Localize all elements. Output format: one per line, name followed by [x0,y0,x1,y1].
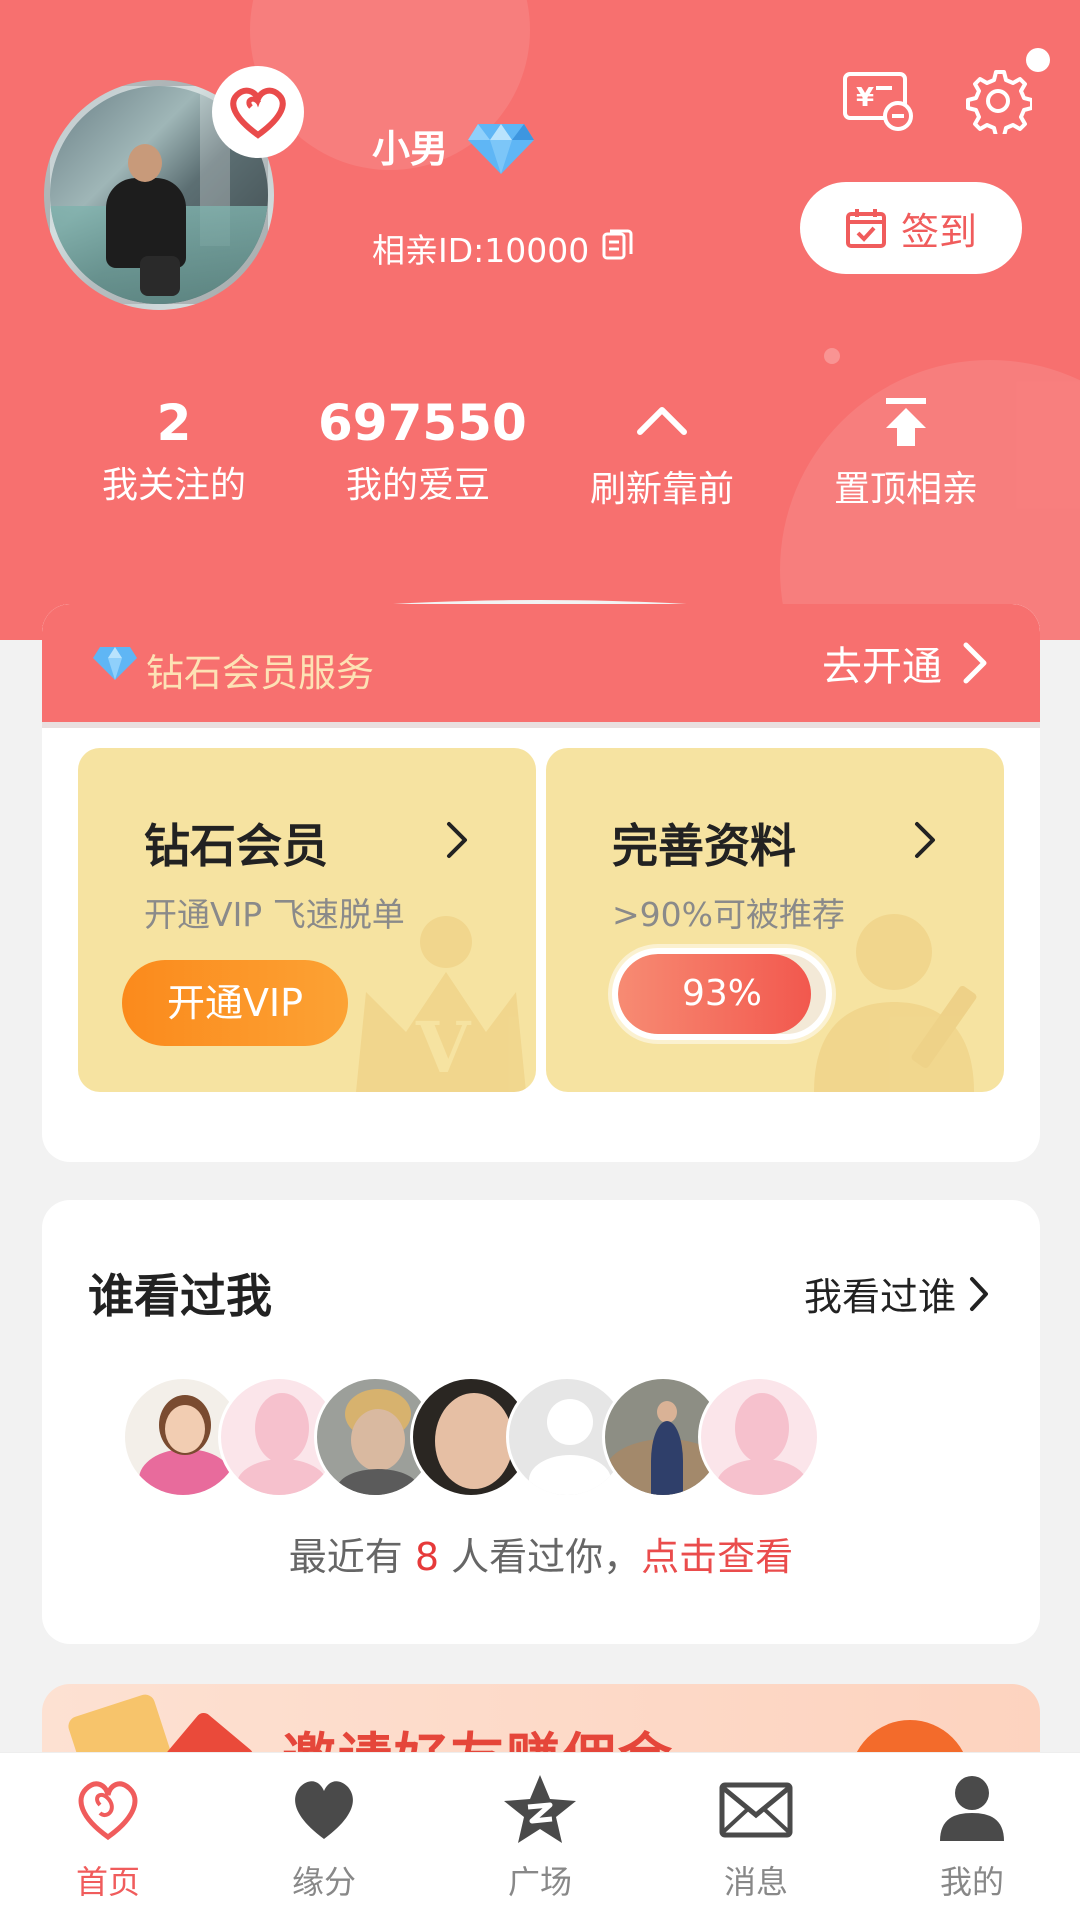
stat-label: 刷新靠前 [589,469,734,510]
app-logo-badge [212,66,304,158]
stat-refresh[interactable]: 刷新靠前 [562,390,762,512]
envelope-icon [719,1782,793,1838]
chevron-up-icon [637,407,687,435]
section-title: 谁看过我 [88,1269,272,1323]
copy-icon[interactable] [600,228,634,262]
tab-label: 广场 [507,1863,572,1901]
vip-service-card: 钻石会员服务 去开通 V 钻石会员 开通VIP 飞速脱单 开通VIP 完善资料 [42,604,1040,1162]
chevron-right-icon [970,1276,988,1311]
diamond-member-card[interactable]: V 钻石会员 开通VIP 飞速脱单 开通VIP [78,748,536,1092]
diamond-icon [93,647,137,680]
chevron-right-icon [447,822,467,858]
user-id: 相亲ID:10000 [372,231,590,270]
promo-title: 钻石会员 [144,819,328,873]
pin-top-icon [886,398,926,446]
promo-title: 完善资料 [612,819,796,873]
stat-label: 我关注的 [101,465,246,506]
progress-text: 93% [681,973,762,1014]
i-viewed-label: 我看过谁 [803,1275,956,1319]
stat-idols[interactable]: 697550 我的爱豆 [318,390,527,508]
view-now-link[interactable]: 点击查看 [641,1535,793,1579]
tab-fate[interactable]: 缘分 [216,1765,432,1915]
checkin-button[interactable]: 签到 [800,182,1022,274]
note-prefix: 最近有 [288,1535,415,1579]
chevron-right-icon [963,642,987,684]
vip-open-link[interactable]: 去开通 [822,634,990,692]
heart-icon [295,1781,353,1839]
person-icon [940,1776,1004,1841]
diamond-icon [468,124,534,174]
viewer-avatar-placeholder[interactable] [698,1376,820,1498]
promo-subtitle: 开通VIP 飞速脱单 [144,895,405,934]
gear-icon[interactable] [964,66,1032,134]
i-viewed-link[interactable]: 我看过谁 [804,1266,990,1321]
viewer-count: 8 [414,1535,440,1579]
user-name: 小男 [372,127,449,171]
checkin-label: 签到 [900,209,977,254]
bottom-tab-bar: 首页 缘分 广场 消息 我的 [0,1752,1080,1920]
wallet-icon[interactable]: ¥ [842,70,914,132]
tab-label: 我的 [939,1863,1004,1901]
profile-header: 小男 相亲ID:10000 ¥ 签到 2 我关注的 697550 我的爱豆 刷新… [0,0,1080,640]
recent-viewers-note: 最近有 8 人看过你，点击查看 [42,1526,1040,1581]
heart-logo-icon [230,87,286,139]
tab-mine[interactable]: 我的 [864,1765,1080,1915]
calendar-check-icon [845,209,886,248]
chevron-right-icon [915,822,935,858]
stat-pin-top[interactable]: 置顶相亲 [806,390,1006,512]
profile-progress-bar: 93% [612,948,832,1040]
vip-service-header: 钻石会员服务 去开通 [42,604,1040,728]
tab-home[interactable]: 首页 [0,1765,216,1915]
tab-label: 首页 [75,1863,140,1901]
open-vip-button[interactable]: 开通VIP [122,960,348,1046]
stat-value: 2 [156,394,192,452]
viewer-avatars [122,1376,962,1498]
tab-messages[interactable]: 消息 [648,1765,864,1915]
stat-following[interactable]: 2 我关注的 [74,390,274,508]
stat-label: 我的爱豆 [345,465,490,506]
stat-value: 697550 [318,394,527,452]
complete-profile-card[interactable]: 完善资料 >90%可被推荐 93% [546,748,1004,1092]
promo-subtitle: >90%可被推荐 [612,895,845,934]
star-icon [504,1775,576,1843]
notification-dot [1026,48,1050,72]
tab-square[interactable]: 广场 [432,1765,648,1915]
tab-label: 消息 [723,1863,788,1901]
svg-text:¥: ¥ [856,83,874,113]
stat-label: 置顶相亲 [833,469,978,510]
svg-text:V: V [415,1006,472,1089]
heart-logo-icon [78,1781,138,1841]
note-suffix: 人看过你， [439,1535,642,1579]
vip-open-label: 去开通 [822,644,942,690]
tab-label: 缘分 [291,1863,356,1901]
vip-service-title: 钻石会员服务 [146,651,375,695]
stats-row: 2 我关注的 697550 我的爱豆 刷新靠前 置顶相亲 [0,390,1080,520]
decor-dot [824,348,840,364]
who-viewed-me-card: 谁看过我 我看过谁 最近有 8 人看过你，点击查看 [42,1200,1040,1644]
